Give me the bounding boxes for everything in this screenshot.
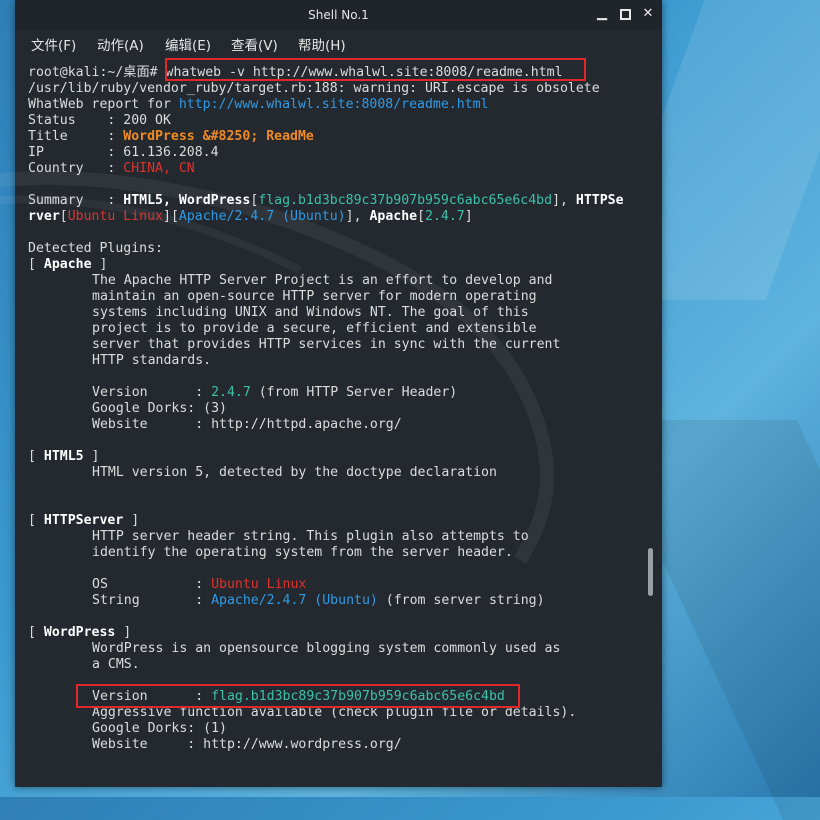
apache-desc-line: server that provides HTTP services in sy… xyxy=(92,337,561,352)
report-url: http://www.whalwl.site:8008/readme.html xyxy=(178,97,489,112)
summary-httpserver-part1: HTTPSe xyxy=(575,193,624,208)
summary-flag: flag.b1d3bc89c37b907b959c6abc65e6c4bd xyxy=(258,193,553,208)
os-value: Ubuntu Linux xyxy=(211,577,307,592)
summary-line-2: rver[Ubuntu Linux][Apache/2.4.7 (Ubuntu)… xyxy=(28,209,473,224)
ip-value: 61.136.208.4 xyxy=(123,145,219,160)
apache-desc-line: systems including UNIX and Windows NT. T… xyxy=(92,305,529,320)
report-line: WhatWeb report for http://www.whalwl.sit… xyxy=(28,97,489,113)
menu-help[interactable]: 帮助(H) xyxy=(298,34,346,54)
apache-version-value: 2.4.7 xyxy=(211,385,251,400)
command-highlight-box xyxy=(165,58,586,81)
os-label: OS : xyxy=(92,577,212,592)
html5-header: [ HTML5 ] xyxy=(28,449,100,464)
apache-version-line: Version : 2.4.7 (from HTTP Server Header… xyxy=(92,385,457,401)
html5-desc-line: HTML version 5, detected by the doctype … xyxy=(92,465,497,480)
wp-website-line: Website : http://www.wordpress.org/ xyxy=(92,737,402,752)
menu-view[interactable]: 查看(V) xyxy=(231,34,278,54)
apache-version-label: Version : xyxy=(92,385,212,400)
summary-httpserver-part2: rver xyxy=(28,209,60,224)
country-line: Country : CHINA, CN xyxy=(28,161,195,177)
string-line: String : Apache/2.4.7 (Ubuntu) (from ser… xyxy=(92,593,545,609)
os-line: OS : Ubuntu Linux xyxy=(92,577,306,593)
httpserver-desc-line: identify the operating system from the s… xyxy=(92,545,513,560)
apache-desc-line: maintain an open-source HTTP server for … xyxy=(92,289,537,304)
title-label: Title : xyxy=(28,129,124,144)
apache-header-label: Apache xyxy=(43,257,92,272)
summary-label: Summary : xyxy=(28,193,124,208)
httpserver-header: [ HTTPServer ] xyxy=(28,513,140,528)
prompt: root@kali:~/桌面# xyxy=(28,65,166,80)
apache-desc-line: The Apache HTTP Server Project is an eff… xyxy=(92,273,553,288)
wordpress-header: [ WordPress ] xyxy=(28,625,132,640)
window-title: Shell No.1 xyxy=(308,8,369,22)
summary-line-1: Summary : HTML5, WordPress[flag.b1d3bc89… xyxy=(28,193,624,208)
title-value: WordPress &#8250; ReadMe xyxy=(123,129,314,144)
summary-separator: , xyxy=(162,193,179,208)
report-prefix: WhatWeb report for xyxy=(28,97,179,112)
terminal-window: Shell No.1 ▁ ✕ 文件(F) 动作(A) 编辑(E) 查看(V) 帮… xyxy=(0,0,662,787)
terminal-output[interactable]: root@kali:~/桌面# whatweb -v http://www.wh… xyxy=(15,56,662,787)
httpserver-desc-line: HTTP server header string. This plugin a… xyxy=(92,529,529,544)
wordpress-desc-line: a CMS. xyxy=(92,657,140,672)
title-line: Title : WordPress &#8250; ReadMe xyxy=(28,129,314,145)
status-line: Status : 200 OK xyxy=(28,113,171,129)
string-value: Apache/2.4.7 (Ubuntu) xyxy=(211,593,378,608)
menu-file[interactable]: 文件(F) xyxy=(31,34,76,54)
string-note: (from server string) xyxy=(377,593,545,608)
summary-apache-ubuntu: Apache/2.4.7 (Ubuntu) xyxy=(178,209,346,224)
summary-apache: Apache xyxy=(369,209,418,224)
ip-label: IP : xyxy=(28,145,124,160)
apache-website-line: Website : http://httpd.apache.org/ xyxy=(92,417,402,432)
httpserver-header-label: HTTPServer xyxy=(43,513,124,528)
close-button[interactable]: ✕ xyxy=(639,5,657,23)
minimize-button[interactable]: ▁ xyxy=(593,5,611,23)
title-bar[interactable]: Shell No.1 ▁ ✕ xyxy=(15,0,662,30)
wp-dorks-line: Google Dorks: (1) xyxy=(92,721,227,736)
maximize-icon xyxy=(619,9,631,20)
summary-wordpress: WordPress xyxy=(178,193,251,208)
status-label: Status : xyxy=(28,113,124,128)
apache-version-note: (from HTTP Server Header) xyxy=(250,385,458,400)
menu-edit[interactable]: 编辑(E) xyxy=(165,34,211,54)
scrollbar-thumb[interactable] xyxy=(648,548,653,596)
summary-apache-version: 2.4.7 xyxy=(425,209,465,224)
apache-dorks-line: Google Dorks: (3) xyxy=(92,401,227,416)
warning-line: /usr/lib/ruby/vendor_ruby/target.rb:188:… xyxy=(28,81,600,96)
html5-header-label: HTML5 xyxy=(43,449,84,464)
apache-desc-line: project is to provide a secure, efficien… xyxy=(92,321,537,336)
summary-html5: HTML5 xyxy=(123,193,163,208)
flag-highlight-box xyxy=(76,684,520,708)
wordpress-desc-line: WordPress is an opensource blogging syst… xyxy=(92,641,561,656)
menu-action[interactable]: 动作(A) xyxy=(97,34,144,54)
menu-bar: 文件(F) 动作(A) 编辑(E) 查看(V) 帮助(H) xyxy=(15,30,662,56)
wordpress-header-label: WordPress xyxy=(43,625,116,640)
string-label: String : xyxy=(92,593,212,608)
maximize-button[interactable] xyxy=(616,5,634,23)
country-label: Country : xyxy=(28,161,124,176)
summary-ubuntu: Ubuntu Linux xyxy=(67,209,163,224)
status-value: 200 OK xyxy=(123,113,171,128)
ip-line: IP : 61.136.208.4 xyxy=(28,145,219,161)
apache-header: [ Apache ] xyxy=(28,257,108,272)
detected-plugins-heading: Detected Plugins: xyxy=(28,241,163,256)
country-value: CHINA, CN xyxy=(123,161,195,176)
apache-desc-line: HTTP standards. xyxy=(92,353,212,368)
